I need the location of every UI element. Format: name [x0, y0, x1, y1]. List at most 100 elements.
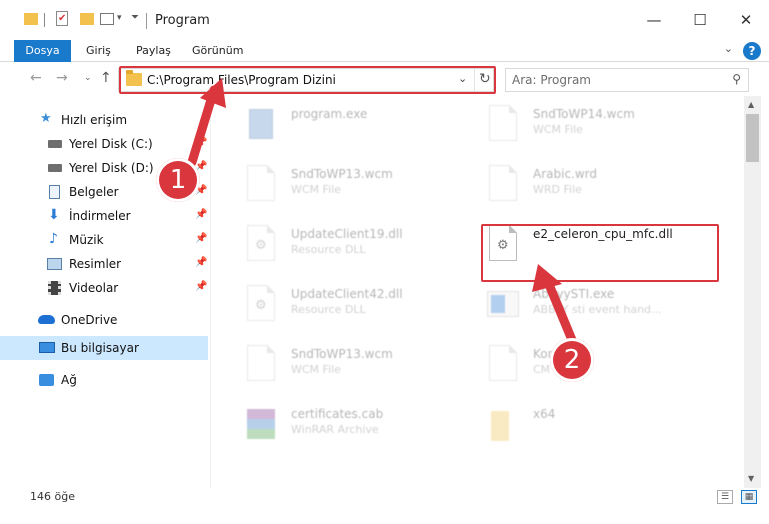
callout-badge-2: 2	[550, 338, 594, 382]
search-input[interactable]	[512, 72, 722, 88]
star-icon: ★	[40, 111, 52, 126]
video-icon	[48, 281, 61, 295]
pin-icon[interactable]: 📌	[195, 209, 207, 220]
file-type: ABBYY sti event hand...	[533, 303, 662, 316]
sidebar-item-label: OneDrive	[61, 313, 118, 327]
back-arrow-icon[interactable]: ←	[30, 70, 42, 86]
tab-view[interactable]: Görünüm	[192, 40, 243, 62]
exe-icon	[485, 285, 521, 329]
pin-icon[interactable]: 📌	[195, 233, 207, 244]
folder-icon	[485, 405, 521, 449]
file-item[interactable]: SndToWP14.wcm WCM File	[461, 102, 701, 162]
sidebar-item-onedrive[interactable]: OneDrive	[0, 308, 208, 332]
navigation-pane: ★ Hızlı erişim Yerel Disk (C:) 📌 Yerel D…	[0, 96, 211, 488]
file-icon	[485, 105, 521, 149]
properties-icon[interactable]: ✔	[56, 10, 70, 30]
file-name: x64	[533, 407, 556, 421]
view-icon[interactable]	[100, 10, 116, 30]
file-icon	[243, 165, 279, 209]
archive-icon	[243, 405, 279, 449]
new-folder-icon[interactable]	[80, 10, 94, 30]
tab-home[interactable]: Giriş	[86, 40, 111, 62]
large-icons-view-icon[interactable]: ▦	[741, 490, 757, 504]
dll-icon: ⚙	[243, 225, 279, 269]
title-separator	[146, 13, 147, 29]
file-type: CM	[533, 363, 551, 376]
vertical-scrollbar[interactable]: ▲ ▼	[744, 96, 761, 488]
qa-dropdown-icon[interactable]: ▾	[117, 13, 127, 33]
sidebar-item-disk-c[interactable]: Yerel Disk (C:) 📌	[0, 132, 208, 156]
sidebar-item-label: Yerel Disk (C:)	[69, 137, 153, 151]
address-highlight-box	[119, 66, 496, 94]
file-item[interactable]: SndToWP13.wcm WCM File	[219, 162, 459, 222]
up-arrow-icon[interactable]: ↑	[100, 70, 112, 86]
search-icon[interactable]: ⚲	[732, 72, 741, 86]
file-list: program.exe SndToWP14.wcm WCM File SndTo…	[211, 96, 744, 488]
file-item[interactable]: program.exe	[219, 102, 459, 162]
sidebar-item-pictures[interactable]: Resimler 📌	[0, 252, 208, 276]
recent-dropdown-icon[interactable]: ⌄	[84, 73, 92, 83]
file-highlight-box	[481, 224, 719, 282]
chevron-down-icon[interactable]: ⌄	[724, 42, 733, 55]
sidebar-item-label: Resimler	[69, 257, 122, 271]
file-type: Resource DLL	[291, 243, 366, 256]
sidebar-item-label: İndirmeler	[69, 209, 131, 223]
file-item[interactable]: SndToWP13.wcm WCM File	[219, 342, 459, 402]
file-type: WinRAR Archive	[291, 423, 379, 436]
separator	[44, 10, 46, 30]
file-name: UpdateClient42.dll	[291, 287, 403, 301]
file-item[interactable]: ⚙ UpdateClient42.dll Resource DLL	[219, 282, 459, 342]
file-name: AbbyySTI.exe	[533, 287, 615, 301]
pin-icon[interactable]: 📌	[195, 137, 207, 148]
documents-icon	[49, 185, 60, 199]
sidebar-item-network[interactable]: Ağ	[0, 368, 208, 392]
exe-icon	[243, 105, 279, 149]
sidebar-item-music[interactable]: ♪ Müzik 📌	[0, 228, 208, 252]
sidebar-item-label: Belgeler	[69, 185, 119, 199]
tab-share[interactable]: Paylaş	[136, 40, 171, 62]
status-bar: 146 öğe ☰ ▦	[0, 488, 769, 524]
callout-badge-1: 1	[156, 158, 200, 202]
folder-icon	[24, 10, 38, 30]
sidebar-item-label: Yerel Disk (D:)	[69, 161, 154, 175]
sidebar-item-downloads[interactable]: ⬇ İndirmeler 📌	[0, 204, 208, 228]
item-count: 146 öğe	[30, 490, 75, 503]
file-name: UpdateClient19.dll	[291, 227, 403, 241]
scroll-up-icon[interactable]: ▲	[748, 100, 754, 109]
file-name: SndToWP14.wcm	[533, 107, 635, 121]
sidebar-item-label: Videolar	[69, 281, 119, 295]
file-type: Resource DLL	[291, 303, 366, 316]
sidebar-item-this-pc[interactable]: Bu bilgisayar	[0, 336, 208, 360]
forward-arrow-icon[interactable]: →	[56, 70, 68, 86]
file-name: program.exe	[291, 107, 368, 121]
file-item[interactable]: AbbyySTI.exe ABBYY sti event hand...	[461, 282, 701, 342]
folder-item[interactable]: x64	[461, 402, 701, 462]
pin-icon[interactable]: 📌	[195, 281, 207, 292]
pin-icon[interactable]: 📌	[195, 257, 207, 268]
scroll-thumb[interactable]	[746, 114, 759, 162]
sidebar-item-quick-access[interactable]: ★ Hızlı erişim	[0, 108, 208, 132]
sidebar-item-videos[interactable]: Videolar 📌	[0, 276, 208, 300]
file-item[interactable]: ⚙ UpdateClient19.dll Resource DLL	[219, 222, 459, 282]
maximize-button[interactable]: ☐	[677, 0, 723, 40]
details-view-icon[interactable]: ☰	[717, 490, 733, 504]
close-button[interactable]: ✕	[723, 0, 769, 40]
file-item[interactable]: Arabic.wrd WRD File	[461, 162, 701, 222]
sidebar-item-label: Müzik	[69, 233, 104, 247]
ribbon: Dosya Giriş Paylaş Görünüm ⌄ ?	[0, 40, 769, 100]
file-icon	[485, 165, 521, 209]
sidebar-item-label: Bu bilgisayar	[61, 341, 139, 355]
file-item[interactable]: certificates.cab WinRAR Archive	[219, 402, 459, 462]
customize-toolbar-icon[interactable]: ⏷	[131, 12, 141, 32]
file-type: WCM File	[291, 363, 341, 376]
pictures-icon	[47, 258, 62, 270]
search-box[interactable]: ⚲	[505, 68, 749, 92]
computer-icon	[39, 342, 55, 353]
help-icon[interactable]: ?	[743, 42, 761, 60]
minimize-button[interactable]: —	[631, 0, 677, 40]
scroll-down-icon[interactable]: ▼	[748, 474, 754, 483]
drive-icon	[48, 164, 62, 172]
file-type: WRD File	[533, 183, 582, 196]
file-type: WCM File	[533, 123, 583, 136]
file-name: certificates.cab	[291, 407, 384, 421]
